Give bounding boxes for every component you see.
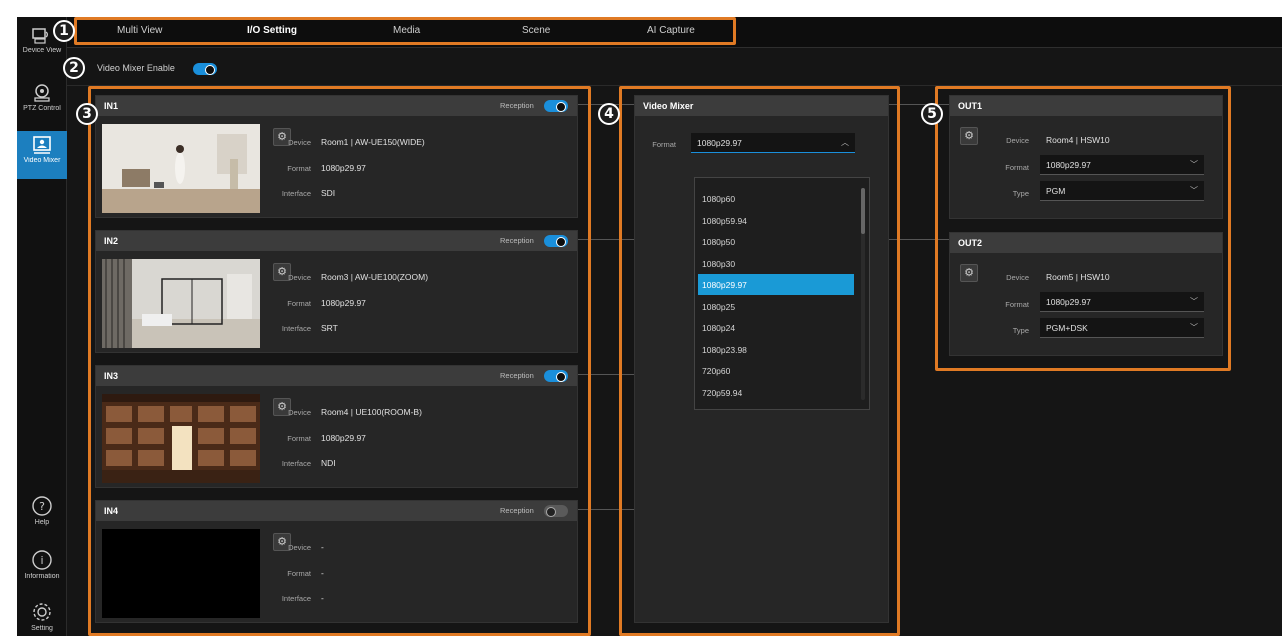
- sidebar-label: Information: [24, 573, 60, 580]
- ptz-camera-icon: [34, 84, 50, 102]
- callout-badge-4: 4: [598, 103, 620, 125]
- info-icon: i: [32, 550, 52, 570]
- highlight-box-tabs: [74, 17, 736, 45]
- callout-badge-2: 2: [63, 57, 85, 79]
- callout-badge-1: 1: [53, 20, 75, 42]
- gear-icon: [33, 603, 51, 621]
- sidebar-label: Setting: [31, 625, 53, 632]
- svg-text:i: i: [40, 554, 43, 567]
- sidebar: Device View PTZ Control Video Mixer ? He…: [17, 17, 67, 636]
- video-mixer-enable-toggle[interactable]: [193, 63, 217, 75]
- sidebar-item-video-mixer[interactable]: Video Mixer: [17, 131, 67, 179]
- svg-text:?: ?: [39, 500, 45, 513]
- sidebar-item-information[interactable]: i Information: [17, 545, 67, 597]
- sidebar-label: Help: [34, 519, 50, 526]
- sidebar-item-help[interactable]: ? Help: [17, 491, 67, 543]
- help-icon: ?: [32, 496, 52, 516]
- callout-badge-3: 3: [76, 103, 98, 125]
- app-window: Device View PTZ Control Video Mixer ? He…: [17, 17, 1282, 636]
- sidebar-label: Device View: [22, 47, 62, 54]
- sidebar-item-setting[interactable]: Setting: [17, 597, 67, 636]
- highlight-box-outputs: [935, 86, 1231, 371]
- sidebar-label: Video Mixer: [23, 157, 61, 164]
- video-mixer-enable-row: Video Mixer Enable: [67, 49, 1282, 86]
- callout-badge-5: 5: [921, 103, 943, 125]
- sidebar-item-ptz-control[interactable]: PTZ Control: [17, 79, 67, 131]
- highlight-box-inputs: [88, 86, 591, 636]
- highlight-box-mixer: [619, 86, 900, 636]
- device-view-icon: [32, 28, 48, 44]
- video-mixer-icon: [33, 136, 51, 154]
- video-mixer-enable-label: Video Mixer Enable: [97, 63, 175, 73]
- sidebar-label: PTZ Control: [23, 105, 61, 112]
